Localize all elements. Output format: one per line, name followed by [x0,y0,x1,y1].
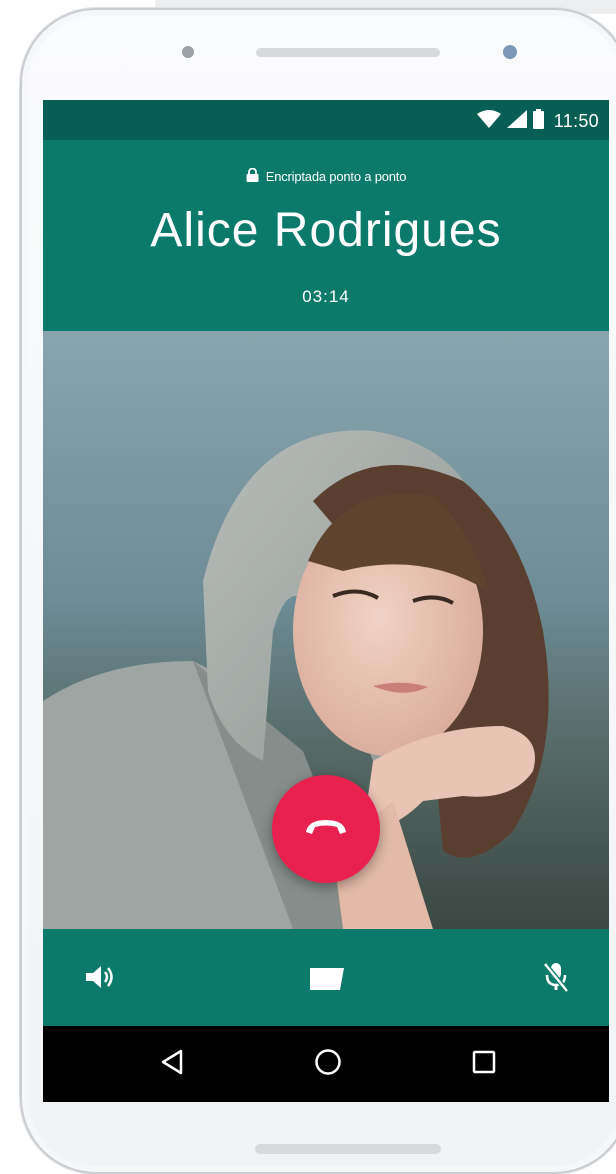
signal-icon [506,109,527,133]
call-duration: 03:14 [302,287,350,306]
call-header: Encriptada ponto a ponto Alice Rodrigues… [43,140,609,331]
end-call-icon [304,816,348,843]
home-icon [314,1048,342,1081]
contact-name: Alice Rodrigues [150,204,502,257]
bottom-speaker [255,1144,441,1154]
front-sensor [182,46,194,58]
back-icon [160,1049,184,1080]
status-icons: 11:50 [476,108,599,134]
speaker-icon [85,964,115,995]
mute-button[interactable] [536,959,576,999]
wifi-icon [476,109,501,133]
end-call-button[interactable] [272,775,380,883]
speaker-button[interactable] [80,959,120,999]
front-camera [503,45,517,59]
earpiece-speaker [256,48,440,57]
home-button[interactable] [308,1044,348,1084]
encryption-notice: Encriptada ponto a ponto [43,167,609,185]
phone-screen: 11:50 Encriptada ponto a ponto Alice Rod… [43,100,609,1102]
status-bar: 11:50 [43,100,609,140]
battery-icon [532,108,544,134]
mute-mic-icon [543,961,569,998]
status-time: 11:50 [553,110,599,131]
message-button[interactable] [307,959,347,999]
call-controls-bar [43,929,609,1026]
message-icon [310,964,344,995]
navigation-bar [43,1026,609,1102]
recents-icon [472,1050,496,1079]
encryption-text: Encriptada ponto a ponto [265,169,407,184]
lock-icon [246,167,259,185]
recents-button[interactable] [464,1044,504,1084]
back-button[interactable] [152,1044,192,1084]
